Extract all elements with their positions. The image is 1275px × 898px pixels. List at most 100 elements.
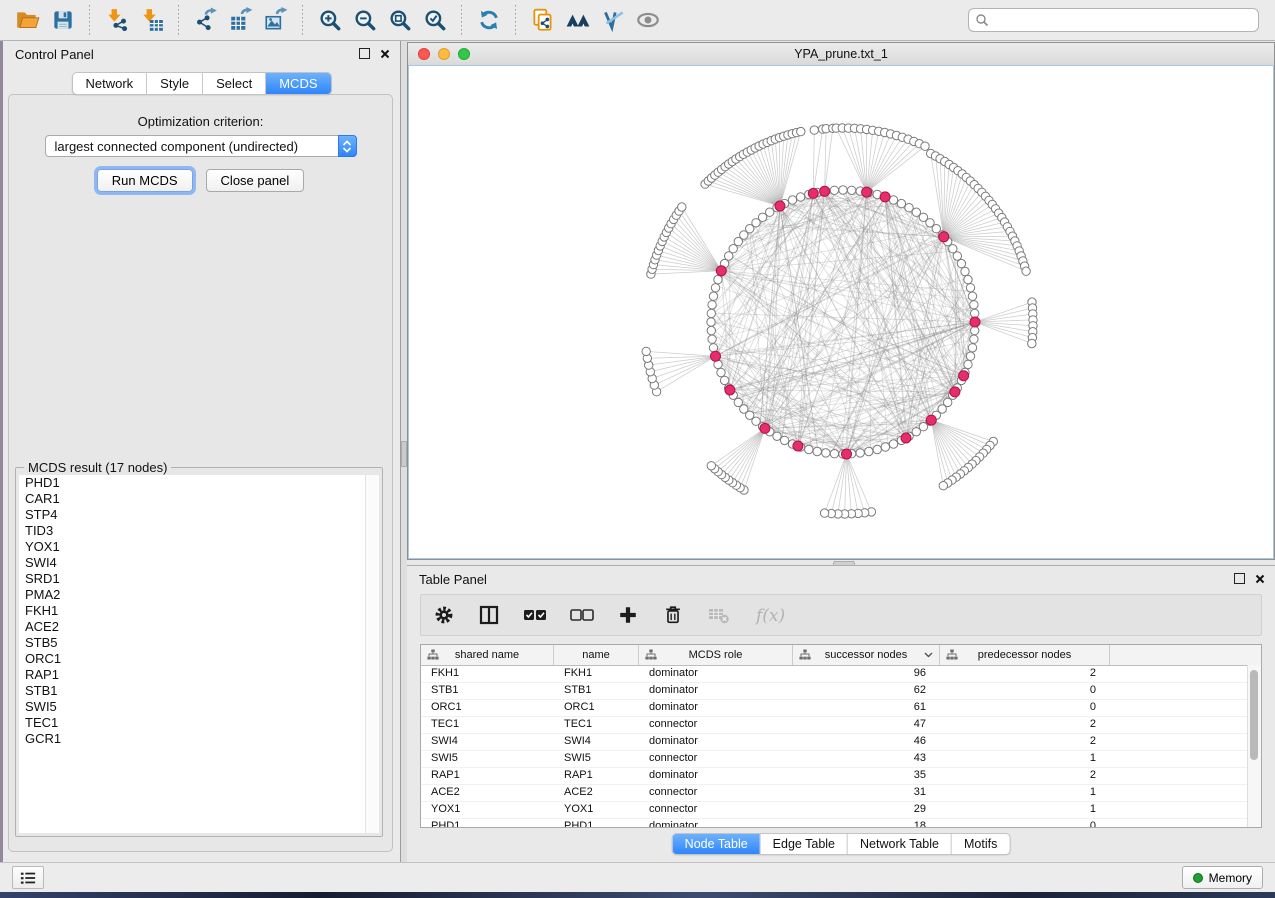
tab-network-table[interactable]: Network Table bbox=[847, 834, 951, 854]
close-window-icon[interactable] bbox=[418, 48, 430, 60]
table-row[interactable]: FKH1FKH1dominator962 bbox=[421, 666, 1261, 683]
table-row[interactable]: STB1STB1dominator620 bbox=[421, 683, 1261, 700]
add-column-button[interactable] bbox=[617, 604, 639, 626]
list-item[interactable]: SWI4 bbox=[19, 555, 379, 571]
table-row[interactable]: ACE2ACE2connector311 bbox=[421, 785, 1261, 802]
run-mcds-button[interactable]: Run MCDS bbox=[97, 169, 193, 192]
cell-role: dominator bbox=[639, 734, 793, 750]
memory-button[interactable]: Memory bbox=[1182, 866, 1263, 889]
sort-caret-icon[interactable] bbox=[924, 652, 933, 658]
save-session-button[interactable] bbox=[48, 6, 77, 35]
toolbar-separator bbox=[515, 5, 516, 35]
network-window-titlebar[interactable]: YPA_prune.txt_1 bbox=[408, 43, 1274, 66]
tab-network[interactable]: Network bbox=[72, 73, 146, 94]
list-item[interactable]: PHD1 bbox=[19, 475, 379, 491]
import-network-icon bbox=[104, 7, 130, 33]
list-item[interactable]: CAR1 bbox=[19, 491, 379, 507]
tab-edge-table[interactable]: Edge Table bbox=[760, 834, 847, 854]
column-header-pred[interactable]: predecessor nodes bbox=[940, 645, 1110, 665]
function-builder-button[interactable]: f(x) bbox=[754, 604, 788, 626]
float-panel-icon[interactable] bbox=[359, 48, 370, 59]
table-tabs: Node TableEdge TableNetwork TableMotifs bbox=[672, 833, 1011, 855]
mcds-tab-content: Optimization criterion: largest connecte… bbox=[8, 94, 393, 852]
tab-style[interactable]: Style bbox=[146, 73, 202, 94]
mcds-result-title: MCDS result (17 nodes) bbox=[24, 460, 171, 475]
list-item[interactable]: SRD1 bbox=[19, 571, 379, 587]
close-panel-button[interactable]: Close panel bbox=[206, 169, 305, 192]
column-header-succ[interactable]: successor nodes bbox=[793, 645, 940, 665]
new-network-from-selection-button[interactable] bbox=[528, 6, 557, 35]
export-network-button[interactable] bbox=[191, 6, 220, 35]
search-input[interactable] bbox=[989, 10, 1258, 30]
list-item[interactable]: TEC1 bbox=[19, 715, 379, 731]
list-item[interactable]: STP4 bbox=[19, 507, 379, 523]
list-item[interactable]: FKH1 bbox=[19, 603, 379, 619]
table-scrollbar[interactable] bbox=[1247, 665, 1261, 827]
select-all-button[interactable] bbox=[523, 606, 547, 624]
open-session-button[interactable] bbox=[13, 6, 42, 35]
list-item[interactable]: ORC1 bbox=[19, 651, 379, 667]
node-table: shared name nameMCDS rolesuccessor nodesp… bbox=[420, 644, 1262, 828]
mcds-list-scrollbar[interactable] bbox=[365, 475, 379, 833]
list-item[interactable]: SWI5 bbox=[19, 699, 379, 715]
column-label: shared name bbox=[455, 649, 519, 661]
cell-role: dominator bbox=[639, 768, 793, 784]
minimize-window-icon[interactable] bbox=[438, 48, 450, 60]
tab-mcds[interactable]: MCDS bbox=[265, 73, 330, 94]
show-hide-graphics-button[interactable] bbox=[633, 6, 662, 35]
column-header-role[interactable]: MCDS role bbox=[639, 645, 793, 665]
table-row[interactable]: ORC1ORC1dominator610 bbox=[421, 700, 1261, 717]
show-panels-list-button[interactable] bbox=[12, 866, 44, 889]
document-share-icon bbox=[530, 7, 556, 33]
export-table-button[interactable] bbox=[226, 6, 255, 35]
list-item[interactable]: STB5 bbox=[19, 635, 379, 651]
import-table-button[interactable] bbox=[137, 6, 166, 35]
float-panel-icon[interactable] bbox=[1234, 573, 1245, 584]
list-item[interactable]: YOX1 bbox=[19, 539, 379, 555]
table-row[interactable]: RAP1RAP1dominator352 bbox=[421, 768, 1261, 785]
search-box bbox=[968, 8, 1259, 32]
close-panel-icon[interactable] bbox=[1255, 574, 1265, 584]
table-row[interactable]: SWI5SWI5connector431 bbox=[421, 751, 1261, 768]
table-row[interactable]: YOX1YOX1connector291 bbox=[421, 802, 1261, 819]
list-icon bbox=[19, 870, 37, 886]
trash-icon bbox=[662, 604, 684, 626]
zoom-out-button[interactable] bbox=[350, 6, 379, 35]
split-view-button[interactable] bbox=[478, 604, 500, 626]
list-item[interactable]: ACE2 bbox=[19, 619, 379, 635]
close-panel-icon[interactable] bbox=[380, 49, 390, 59]
zoom-in-button[interactable] bbox=[315, 6, 344, 35]
table-settings-button[interactable] bbox=[433, 604, 455, 626]
tab-select[interactable]: Select bbox=[202, 73, 265, 94]
deselect-all-button[interactable] bbox=[570, 606, 594, 624]
tab-motifs[interactable]: Motifs bbox=[951, 834, 1009, 854]
vizmapper-button[interactable] bbox=[598, 6, 627, 35]
tab-node-table[interactable]: Node Table bbox=[673, 834, 760, 854]
list-item[interactable]: STB1 bbox=[19, 683, 379, 699]
table-row[interactable]: SWI4SWI4dominator462 bbox=[421, 734, 1261, 751]
scrollbar-thumb[interactable] bbox=[1250, 670, 1258, 760]
import-network-button[interactable] bbox=[102, 6, 131, 35]
refresh-view-button[interactable] bbox=[474, 6, 503, 35]
first-neighbors-button[interactable] bbox=[563, 6, 592, 35]
table-row[interactable]: PHD1PHD1dominator180 bbox=[421, 819, 1261, 828]
network-canvas[interactable] bbox=[408, 65, 1274, 559]
table-row[interactable]: TEC1TEC1connector472 bbox=[421, 717, 1261, 734]
cell-pred: 1 bbox=[940, 785, 1110, 801]
zoom-selected-button[interactable] bbox=[420, 6, 449, 35]
cell-pred: 2 bbox=[940, 734, 1110, 750]
cell-role: connector bbox=[639, 751, 793, 767]
list-item[interactable]: GCR1 bbox=[19, 731, 379, 747]
maximize-window-icon[interactable] bbox=[458, 48, 470, 60]
list-item[interactable]: PMA2 bbox=[19, 587, 379, 603]
delete-column-button[interactable] bbox=[662, 604, 684, 626]
column-header-shared[interactable]: shared name bbox=[421, 645, 554, 665]
optimization-criterion-dropdown[interactable]: largest connected component (undirected) bbox=[45, 135, 357, 157]
delete-table-button[interactable] bbox=[707, 605, 731, 625]
network-graph[interactable] bbox=[408, 65, 1274, 558]
column-header-name[interactable]: name bbox=[554, 645, 639, 665]
export-image-button[interactable] bbox=[261, 6, 290, 35]
list-item[interactable]: RAP1 bbox=[19, 667, 379, 683]
zoom-fit-button[interactable] bbox=[385, 6, 414, 35]
list-item[interactable]: TID3 bbox=[19, 523, 379, 539]
